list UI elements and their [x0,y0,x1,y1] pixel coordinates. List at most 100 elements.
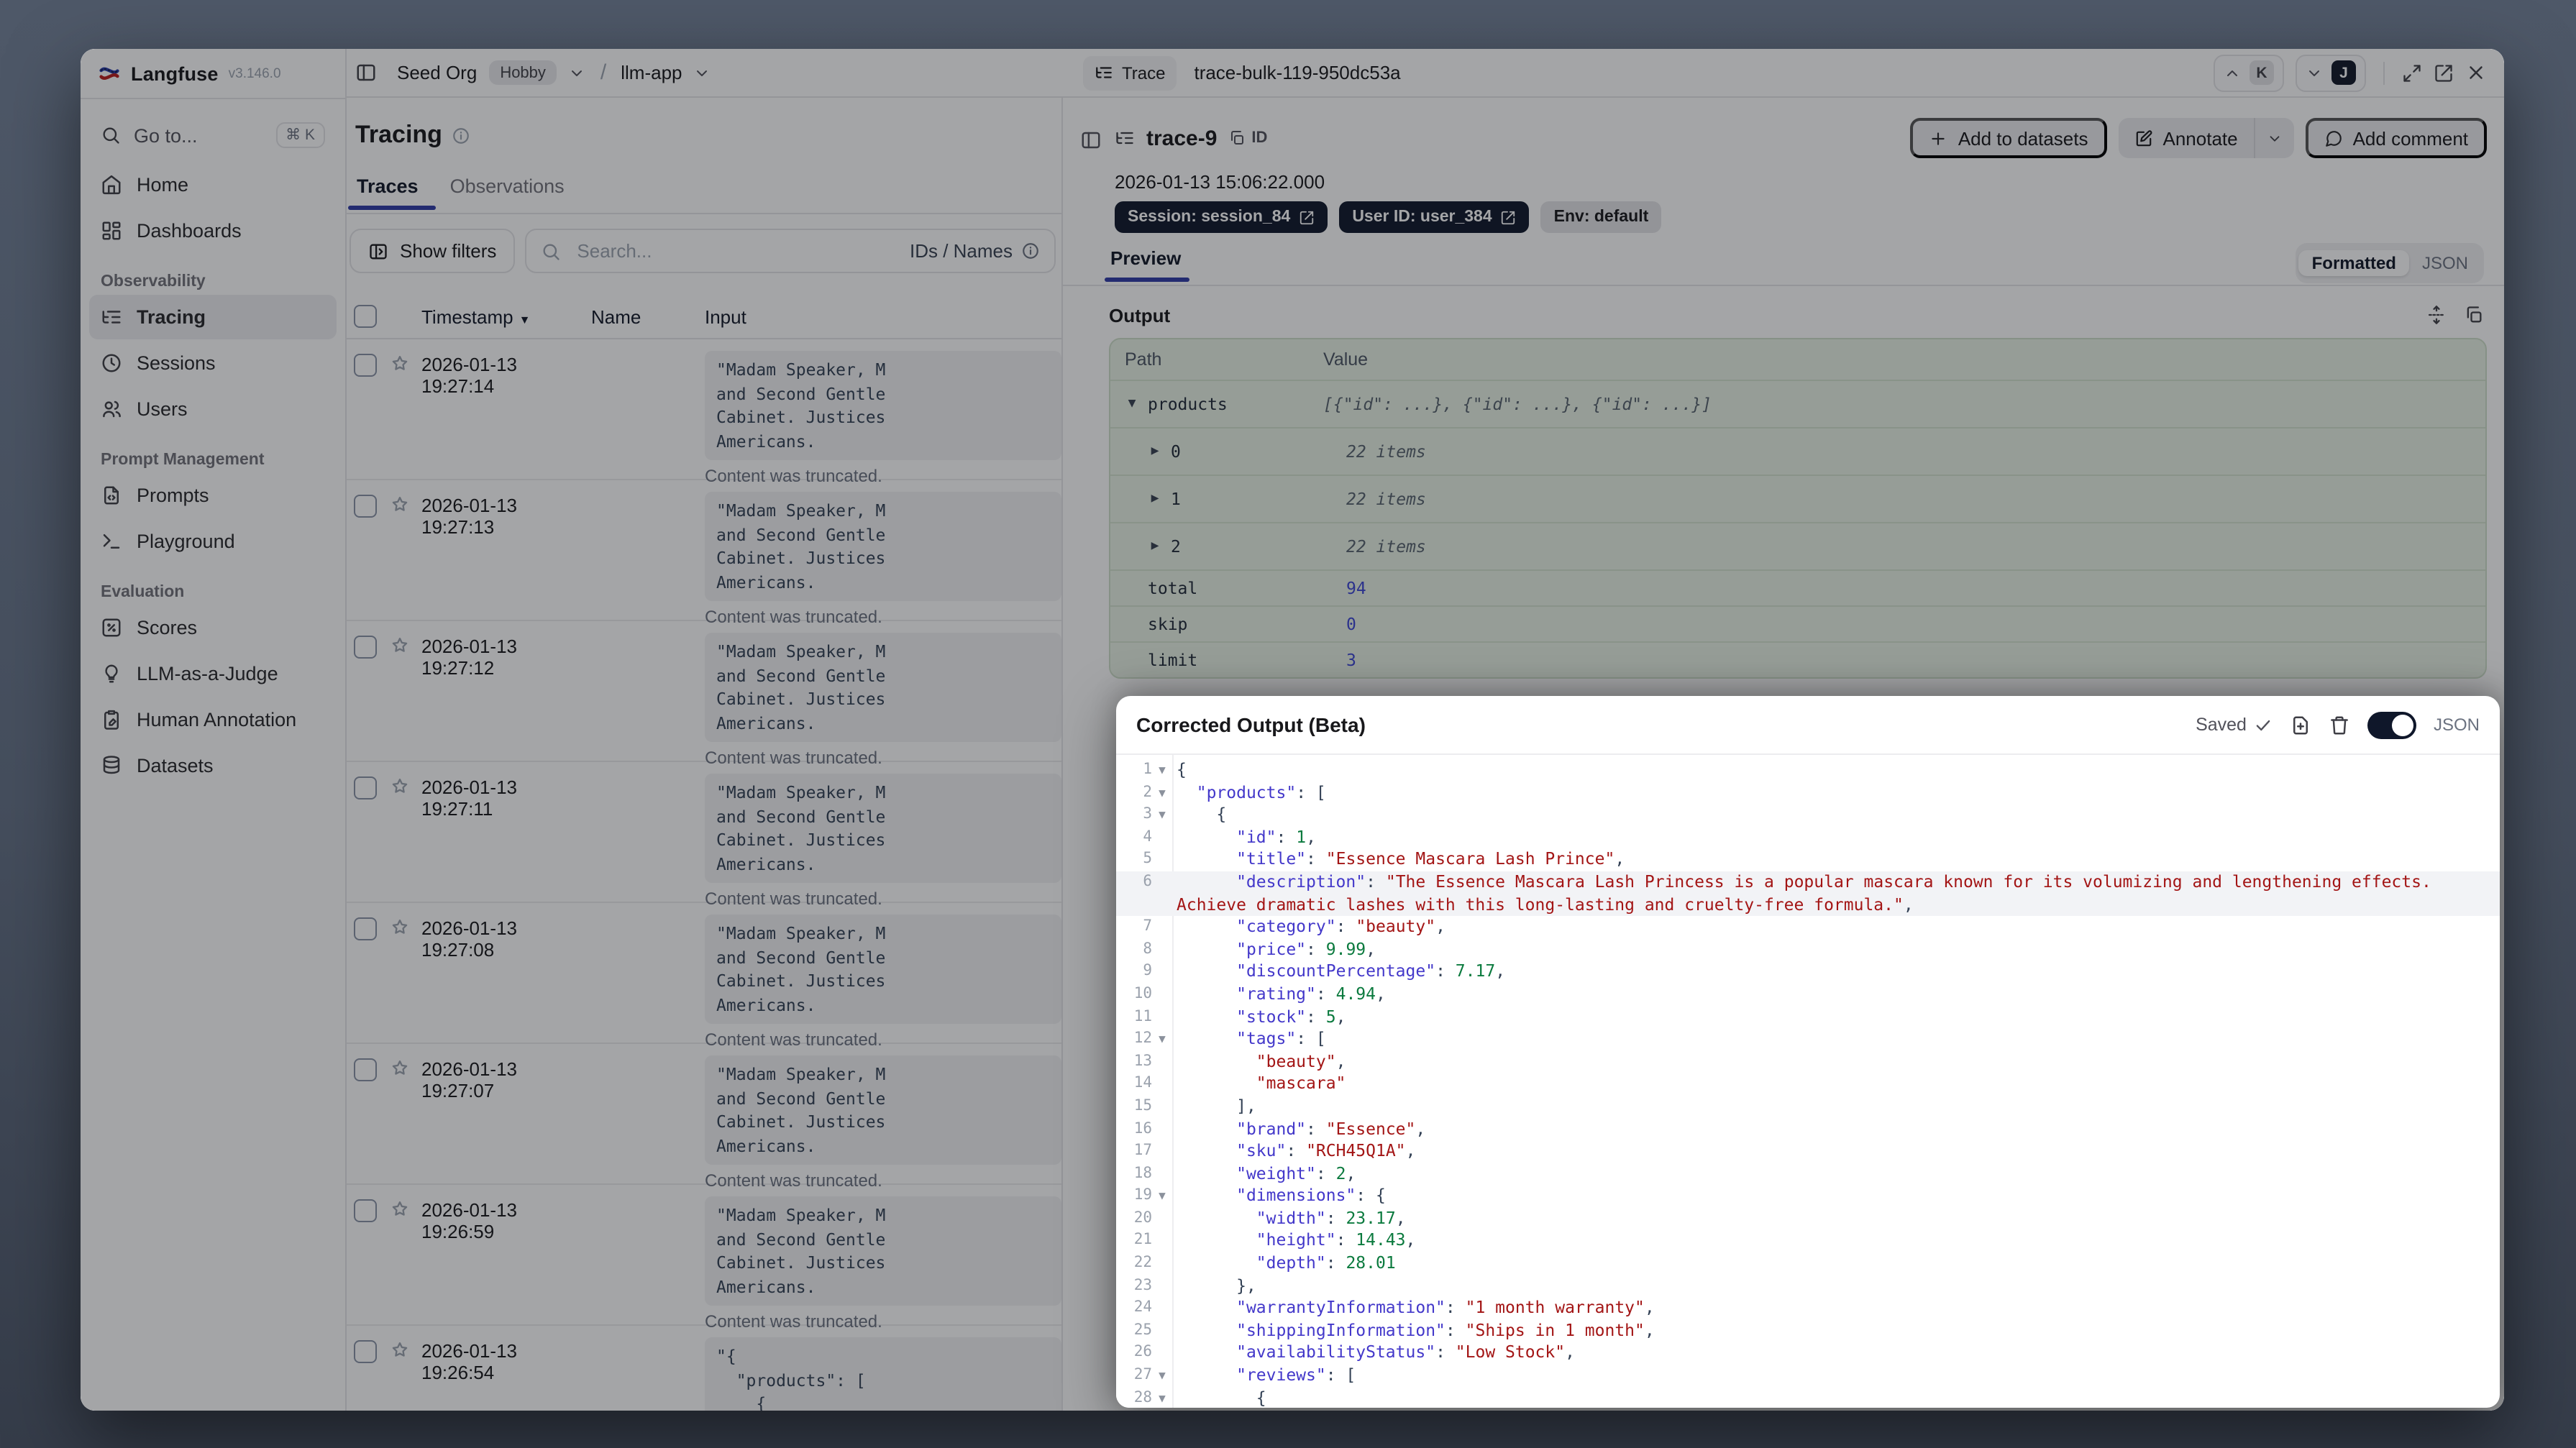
line-number: 1 [1143,761,1152,778]
code-text: { [1177,759,1187,779]
line-number: 25 [1133,1321,1152,1339]
code-text: "warrantyInformation": "1 month warranty… [1236,1297,1655,1318]
code-line: 4 "id": 1, [1116,827,2500,849]
code-line: 21 "height": 14.43, [1116,1230,2500,1252]
line-number [1116,894,1152,916]
code-text: "tags": [ [1236,1028,1326,1049]
line-number: 16 [1133,1119,1152,1137]
code-line: 11 "stock": 5, [1116,1006,2500,1028]
fold-toggle-icon[interactable]: ▼ [1152,1186,1172,1208]
code-text: "id": 1, [1236,826,1316,847]
line-number: 22 [1133,1254,1152,1272]
line-number: 10 [1133,984,1152,1002]
fold-toggle-icon [1152,1050,1172,1073]
trash-icon[interactable] [2329,714,2350,736]
code-line: 28 ▼ { [1116,1387,2500,1408]
line-number: 24 [1133,1298,1152,1316]
fold-toggle-icon[interactable]: ▼ [1152,804,1172,826]
line-number: 12 [1133,1030,1152,1048]
code-line: 16 "brand": "Essence", [1116,1118,2500,1140]
code-line: 3 ▼ { [1116,804,2500,826]
code-text: "mascara" [1256,1073,1346,1094]
fold-toggle-icon [1152,1208,1172,1230]
code-line: 10 "rating": 4.94, [1116,984,2500,1006]
fold-toggle-icon [1152,939,1172,961]
fold-toggle-icon [1152,961,1172,984]
line-number: 3 [1143,805,1152,823]
line-number: 13 [1133,1052,1152,1070]
code-line: 1 ▼{ [1116,759,2500,782]
fold-toggle-icon[interactable]: ▼ [1152,759,1172,782]
code-line: 18 "weight": 2, [1116,1163,2500,1185]
line-number: 15 [1133,1096,1152,1114]
code-text: }, [1177,1275,1256,1296]
code-text: "description": "The Essence Mascara Lash… [1177,871,2431,892]
code-text: "stock": 5, [1236,1006,1346,1027]
code-line: 24 "warrantyInformation": "1 month warra… [1116,1298,2500,1320]
code-text: "availabilityStatus": "Low Stock", [1236,1342,1575,1362]
fold-toggle-icon[interactable]: ▼ [1152,1028,1172,1050]
code-line: 20 "width": 23.17, [1116,1208,2500,1230]
fold-toggle-icon[interactable]: ▼ [1152,1387,1172,1408]
line-number: 20 [1133,1209,1152,1227]
langfuse-app-window: Langfuse v3.146.0 Go to... ⌘ K Home Dashb… [81,49,2504,1411]
code-text: "dimensions": { [1236,1185,1386,1206]
fold-toggle-icon [1152,894,1172,916]
fold-toggle-icon [1152,1096,1172,1118]
fold-toggle-icon [1152,1275,1172,1297]
code-text: Achieve dramatic lashes with this long-l… [1177,894,1914,915]
json-code-editor[interactable]: 1 ▼{2 ▼ "products": [3 ▼ {4 "id": 1, 5 "titl… [1116,753,2500,1408]
fold-toggle-icon [1152,1320,1172,1342]
fold-toggle-icon [1152,1118,1172,1140]
fold-toggle-icon[interactable]: ▼ [1152,782,1172,804]
saved-status: Saved [2196,715,2273,735]
fold-toggle-icon [1152,1073,1172,1096]
json-toggle-switch[interactable] [2367,711,2416,738]
line-number: 18 [1133,1164,1152,1182]
check-icon [2256,719,2270,730]
corrected-output-panel: Corrected Output (Beta) Saved JSON 1 ▼{2 ▼… [1116,696,2500,1408]
code-text: "brand": "Essence", [1236,1118,1426,1138]
code-text: "price": 9.99, [1236,938,1376,959]
line-number: 23 [1133,1276,1152,1294]
fold-toggle-icon [1152,849,1172,871]
line-number: 14 [1133,1074,1152,1092]
json-toggle-label: JSON [2433,715,2480,735]
line-number: 11 [1133,1007,1152,1025]
code-line: 2 ▼ "products": [ [1116,782,2500,804]
line-number: 28 [1133,1388,1152,1406]
code-text: "depth": 28.01 [1256,1252,1396,1273]
corrected-output-title: Corrected Output (Beta) [1136,713,1366,736]
code-text: "category": "beauty", [1236,916,1445,937]
desktop-background: Langfuse v3.146.0 Go to... ⌘ K Home Dashb… [0,0,2576,1448]
line-number: 4 [1143,828,1152,846]
code-line: 8 "price": 9.99, [1116,939,2500,961]
line-number: 27 [1133,1366,1152,1384]
fold-toggle-icon [1152,1252,1172,1275]
code-text: "shippingInformation": "Ships in 1 month… [1236,1319,1655,1340]
file-diff-icon[interactable] [2290,714,2311,736]
code-line: 9 "discountPercentage": 7.17, [1116,961,2500,984]
fold-toggle-icon [1152,1230,1172,1252]
code-line: 26 "availabilityStatus": "Low Stock", [1116,1342,2500,1365]
line-number: 6 [1143,872,1152,890]
code-text: { [1177,1387,1266,1408]
line-number: 17 [1133,1142,1152,1160]
line-number: 26 [1133,1343,1152,1361]
code-line: 14 "mascara" [1116,1073,2500,1096]
code-line: 6 "description": "The Essence Mascara La… [1116,871,2500,894]
fold-toggle-icon [1152,827,1172,849]
code-text: "products": [ [1196,782,1326,802]
code-text: "beauty", [1256,1050,1346,1071]
code-line: 13 "beauty", [1116,1050,2500,1073]
code-line: 27 ▼ "reviews": [ [1116,1365,2500,1387]
code-text: "title": "Essence Mascara Lash Prince", [1236,848,1625,869]
code-line: 19 ▼ "dimensions": { [1116,1186,2500,1208]
fold-toggle-icon [1152,1006,1172,1028]
fold-toggle-icon [1152,1342,1172,1365]
code-line: 12 ▼ "tags": [ [1116,1028,2500,1050]
line-number: 7 [1143,917,1152,935]
code-line: 5 "title": "Essence Mascara Lash Prince"… [1116,849,2500,871]
fold-toggle-icon[interactable]: ▼ [1152,1365,1172,1387]
code-line: 25 "shippingInformation": "Ships in 1 mo… [1116,1320,2500,1342]
